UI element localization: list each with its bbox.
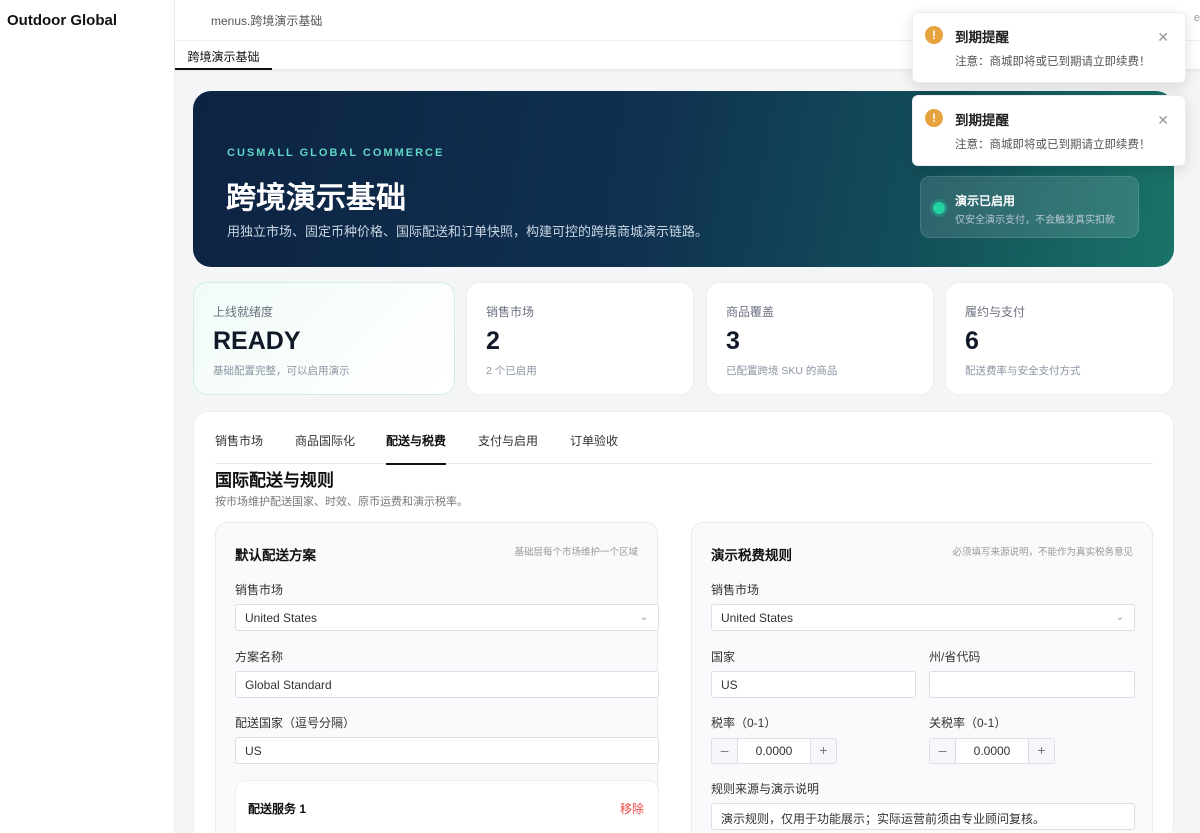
shipping-plan-card: 默认配送方案 基础层每个市场维护一个区域 销售市场 United States … <box>215 522 659 833</box>
market-select-value: United States <box>245 611 318 625</box>
hero-description: 用独立市场、固定币种价格、国际配送和订单快照，构建可控的跨境商城演示链路。 <box>227 224 709 239</box>
status-dot-icon <box>933 202 945 214</box>
shipping-service-card: 配送服务 1 移除 <box>235 780 659 833</box>
tax-rate-label: 税率（0-1） <box>711 716 777 730</box>
country-label: 国家 <box>711 650 736 664</box>
expiry-notification: ! 到期提醒 注意：商城即将或已到期请立即续费！ ✕ <box>912 95 1186 166</box>
rule-source-label: 规则来源与演示说明 <box>711 782 820 796</box>
warning-icon: ! <box>925 109 943 127</box>
market-select[interactable]: United States ⌄ <box>235 604 659 631</box>
sidebar: Outdoor Global <box>0 0 175 833</box>
stat-card-products: 商品覆盖 3 已配置跨境 SKU 的商品 <box>706 282 934 395</box>
stat-subtext: 2 个已启用 <box>486 365 537 377</box>
section-title: 国际配送与规则 <box>215 471 334 490</box>
stat-label: 销售市场 <box>486 305 535 319</box>
status-title: 演示已启用 <box>955 194 1016 208</box>
plus-icon[interactable]: + <box>1028 739 1054 763</box>
stat-label: 商品覆盖 <box>726 305 775 319</box>
chevron-down-icon: ⌄ <box>639 612 648 623</box>
card-title: 演示税费规则 <box>711 548 792 563</box>
section-tabs: 销售市场 商品国际化 配送与税费 支付与启用 订单验收 <box>215 412 1153 465</box>
tab-shipping-tax[interactable]: 配送与税费 <box>386 432 447 465</box>
minus-icon[interactable]: – <box>712 739 738 763</box>
plan-name-label: 方案名称 <box>235 650 284 664</box>
tax-rate-value[interactable]: 0.0000 <box>738 744 810 758</box>
tax-market-label: 销售市场 <box>711 583 760 597</box>
page-title: 跨境演示基础 <box>226 182 406 215</box>
card-note: 基础层每个市场维护一个区域 <box>514 547 638 558</box>
expiry-notification: ! 到期提醒 注意：商城即将或已到期请立即续费！ ✕ <box>912 12 1186 83</box>
notification-title: 到期提醒 <box>955 30 1009 45</box>
warning-icon: ! <box>925 26 943 44</box>
ship-countries-input[interactable]: US <box>235 737 659 764</box>
status-subtitle: 仅安全演示支付，不会触发真实扣款 <box>955 215 1115 226</box>
tab-product-i18n[interactable]: 商品国际化 <box>295 432 355 463</box>
stat-value: READY <box>213 327 301 355</box>
plus-icon[interactable]: + <box>810 739 836 763</box>
card-note: 必须填写来源说明，不能作为真实税务意见 <box>952 547 1133 558</box>
config-panel: 销售市场 商品国际化 配送与税费 支付与启用 订单验收 国际配送与规则 按市场维… <box>193 411 1174 833</box>
stat-card-readiness: 上线就绪度 READY 基础配置完整，可以启用演示 <box>193 282 455 395</box>
stat-value: 3 <box>726 327 740 355</box>
notification-title: 到期提醒 <box>955 113 1009 128</box>
breadcrumb: menus.跨境演示基础 <box>211 14 323 28</box>
hero-kicker: CUSMALL GLOBAL COMMERCE <box>227 147 445 159</box>
close-icon[interactable]: ✕ <box>1157 112 1169 129</box>
country-input[interactable]: US <box>711 671 916 698</box>
chevron-down-icon: ⌄ <box>1115 612 1124 623</box>
service-title: 配送服务 1 <box>248 802 307 816</box>
stat-label: 上线就绪度 <box>213 305 274 319</box>
plan-name-input[interactable]: Global Standard <box>235 671 659 698</box>
state-code-input[interactable] <box>929 671 1135 698</box>
demo-status-badge: 演示已启用 仅安全演示支付，不会触发真实扣款 <box>920 176 1139 238</box>
tab-sales-markets[interactable]: 销售市场 <box>215 432 263 463</box>
notification-message: 注意：商城即将或已到期请立即续费！ <box>955 56 1151 68</box>
rule-source-textarea[interactable]: 演示规则，仅用于功能展示；实际运营前须由专业顾问复核。 <box>711 803 1135 830</box>
section-description: 按市场维护配送国家、时效、原币运费和演示税率。 <box>215 496 468 508</box>
duty-rate-stepper[interactable]: – 0.0000 + <box>929 738 1055 764</box>
tab-order-acceptance[interactable]: 订单验收 <box>570 432 618 463</box>
ship-countries-label: 配送国家（逗号分隔） <box>235 716 356 730</box>
notification-message: 注意：商城即将或已到期请立即续费！ <box>955 139 1151 151</box>
stat-value: 6 <box>965 327 979 355</box>
stat-subtext: 配送费率与安全支付方式 <box>965 365 1081 377</box>
tax-market-select[interactable]: United States ⌄ <box>711 604 1135 631</box>
tab-cross-border-basics[interactable]: 跨境演示基础 <box>175 41 272 70</box>
card-title: 默认配送方案 <box>235 548 316 563</box>
duty-rate-label: 关税率（0-1） <box>929 716 1007 730</box>
stat-card-markets: 销售市场 2 2 个已启用 <box>466 282 694 395</box>
tax-market-select-value: United States <box>721 611 794 625</box>
brand-logo-text[interactable]: Outdoor Global <box>7 12 117 29</box>
market-label: 销售市场 <box>235 583 284 597</box>
tax-rule-card: 演示税费规则 必须填写来源说明，不能作为真实税务意见 销售市场 United S… <box>691 522 1153 833</box>
header-edge-text: e <box>1193 12 1200 24</box>
tax-rate-stepper[interactable]: – 0.0000 + <box>711 738 837 764</box>
minus-icon[interactable]: – <box>930 739 956 763</box>
duty-rate-value[interactable]: 0.0000 <box>956 744 1028 758</box>
tab-payment-enable[interactable]: 支付与启用 <box>478 432 538 463</box>
remove-service-button[interactable]: 移除 <box>620 800 644 817</box>
close-icon[interactable]: ✕ <box>1157 29 1169 46</box>
stat-label: 履约与支付 <box>965 305 1026 319</box>
stat-card-fulfillment: 履约与支付 6 配送费率与安全支付方式 <box>945 282 1174 395</box>
stat-subtext: 基础配置完整，可以启用演示 <box>213 365 350 377</box>
stat-subtext: 已配置跨境 SKU 的商品 <box>726 365 838 377</box>
state-code-label: 州/省代码 <box>929 650 981 664</box>
stat-value: 2 <box>486 327 500 355</box>
